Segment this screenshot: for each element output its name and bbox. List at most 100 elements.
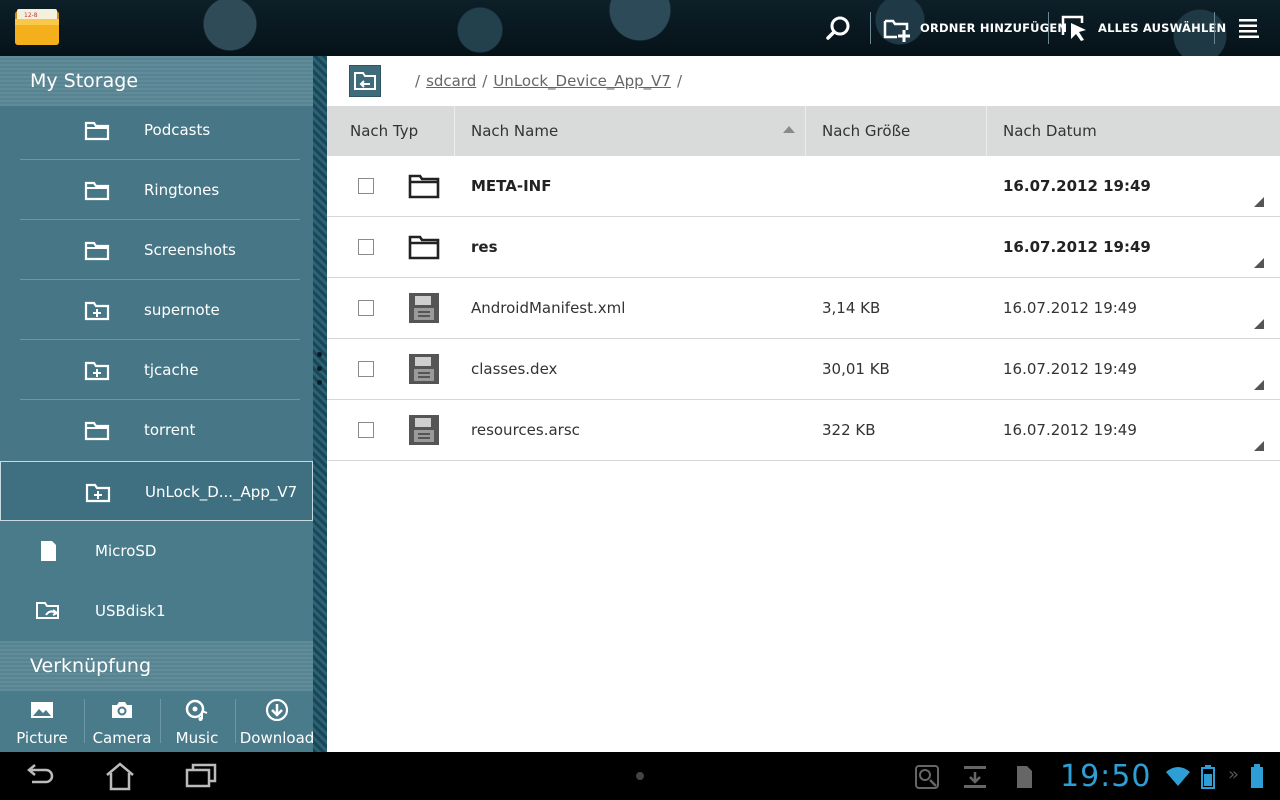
sidebar-item-podcasts[interactable]: Podcasts bbox=[0, 100, 313, 160]
sidebar-item-label: UnLock_D..._App_V7 bbox=[145, 483, 298, 501]
file-name: classes.dex bbox=[471, 360, 558, 378]
row-checkbox[interactable] bbox=[358, 178, 374, 194]
sidebar-item-torrent[interactable]: torrent bbox=[0, 400, 313, 460]
path-bar: / sdcard / UnLock_Device_App_V7 / bbox=[327, 56, 1280, 106]
back-icon[interactable] bbox=[22, 760, 56, 792]
resize-grip-dot bbox=[317, 352, 322, 357]
row-checkbox[interactable] bbox=[358, 361, 374, 377]
file-date: 16.07.2012 19:49 bbox=[1003, 299, 1137, 317]
breadcrumb-separator: / bbox=[482, 72, 488, 90]
folder-icon bbox=[84, 421, 110, 441]
search-icon bbox=[826, 16, 850, 40]
generic-file-icon bbox=[409, 415, 439, 445]
shortcut-camera[interactable]: Camera bbox=[82, 691, 162, 752]
search-button[interactable] bbox=[824, 0, 856, 56]
sd-card-notification-icon[interactable] bbox=[1012, 764, 1036, 790]
sidebar-item-screenshots[interactable]: Screenshots bbox=[0, 220, 313, 280]
home-icon[interactable] bbox=[103, 760, 137, 792]
sidebar-item-tjcache[interactable]: tjcache bbox=[0, 340, 313, 400]
breadcrumb-current-folder[interactable]: UnLock_Device_App_V7 bbox=[493, 72, 671, 90]
actionbar-divider bbox=[1214, 12, 1215, 44]
menu-dot-icon[interactable] bbox=[636, 772, 644, 780]
sort-by-date-header[interactable]: Nach Datum bbox=[1003, 106, 1203, 156]
folder-icon bbox=[84, 241, 110, 261]
sort-ascending-icon bbox=[783, 126, 795, 133]
sidebar-item-label: Ringtones bbox=[144, 181, 220, 199]
resize-grip-dot bbox=[317, 380, 322, 385]
folder-plus-icon bbox=[85, 483, 111, 503]
resize-grip-dot bbox=[317, 366, 322, 371]
sort-by-type-header[interactable]: Nach Typ bbox=[350, 106, 450, 156]
file-row-meta-inf[interactable]: META-INF 16.07.2012 19:49 bbox=[327, 156, 1280, 217]
file-row-classes-dex[interactable]: classes.dex 30,01 KB 16.07.2012 19:49 bbox=[327, 339, 1280, 400]
file-row-androidmanifest[interactable]: AndroidManifest.xml 3,14 KB 16.07.2012 1… bbox=[327, 278, 1280, 339]
row-checkbox[interactable] bbox=[358, 422, 374, 438]
shortcut-picture[interactable]: Picture bbox=[2, 691, 82, 752]
parent-folder-back-icon bbox=[354, 72, 376, 90]
file-name: AndroidManifest.xml bbox=[471, 299, 626, 317]
add-folder-button[interactable]: ORDNER HINZUFÜGEN bbox=[882, 0, 1067, 56]
row-checkbox[interactable] bbox=[358, 300, 374, 316]
add-folder-label: ORDNER HINZUFÜGEN bbox=[920, 21, 1068, 35]
row-menu-indicator[interactable] bbox=[1254, 319, 1264, 329]
recent-apps-icon[interactable] bbox=[184, 760, 218, 792]
battery-icon[interactable] bbox=[1248, 762, 1266, 790]
overflow-menu-button[interactable] bbox=[1236, 0, 1266, 56]
sidebar-item-label: Podcasts bbox=[144, 121, 211, 139]
sort-by-size-header[interactable]: Nach Größe bbox=[822, 106, 982, 156]
breadcrumb: / sdcard / UnLock_Device_App_V7 / bbox=[415, 56, 682, 106]
camera-icon bbox=[112, 702, 132, 718]
sidebar-item-ringtones[interactable]: Ringtones bbox=[0, 160, 313, 220]
sort-by-name-header[interactable]: Nach Name bbox=[471, 106, 791, 156]
row-menu-indicator[interactable] bbox=[1254, 258, 1264, 268]
status-clock[interactable]: 19:50 bbox=[1060, 752, 1151, 800]
file-row-res[interactable]: res 16.07.2012 19:49 bbox=[327, 217, 1280, 278]
file-manager-folder-icon[interactable]: 12-8 bbox=[14, 8, 60, 46]
picture-icon bbox=[31, 702, 53, 718]
usb-debug-icon[interactable] bbox=[914, 764, 940, 790]
file-list-panel: / sdcard / UnLock_Device_App_V7 / Nach T… bbox=[327, 56, 1280, 752]
folder-icon bbox=[408, 174, 440, 199]
row-menu-indicator[interactable] bbox=[1254, 197, 1264, 207]
overflow-menu-icon bbox=[1239, 19, 1259, 38]
select-all-button[interactable]: ALLES AUSWÄHLEN bbox=[1060, 0, 1226, 56]
file-size: 322 KB bbox=[822, 421, 876, 439]
sidebar-item-label: Screenshots bbox=[144, 241, 236, 259]
sidebar-item-unlock-device-app[interactable]: UnLock_D..._App_V7 bbox=[0, 461, 313, 521]
parent-folder-button[interactable] bbox=[349, 65, 381, 97]
file-date: 16.07.2012 19:49 bbox=[1003, 177, 1151, 195]
sidebar-item-microsd[interactable]: MicroSD bbox=[0, 521, 313, 581]
battery-notification-icon[interactable] bbox=[1198, 762, 1222, 790]
shortcut-music[interactable]: Music bbox=[157, 691, 237, 752]
sidebar-item-usbdisk1[interactable]: USBdisk1 bbox=[0, 581, 313, 641]
row-menu-indicator[interactable] bbox=[1254, 441, 1264, 451]
sidebar-item-label: tjcache bbox=[144, 361, 199, 379]
file-row-resources-arsc[interactable]: resources.arsc 322 KB 16.07.2012 19:49 bbox=[327, 400, 1280, 461]
actionbar-divider bbox=[870, 12, 871, 44]
breadcrumb-separator: / bbox=[415, 72, 421, 90]
sidebar-item-label: MicroSD bbox=[95, 542, 157, 560]
file-manager-app: 12-8 ORDNER HINZUFÜGEN ALLES AUSWÄHLEN M… bbox=[0, 0, 1280, 800]
select-all-label: ALLES AUSWÄHLEN bbox=[1098, 21, 1227, 35]
shortcuts-header: Verknüpfung bbox=[0, 641, 313, 691]
select-all-icon bbox=[1061, 15, 1086, 41]
file-date: 16.07.2012 19:49 bbox=[1003, 238, 1151, 256]
generic-file-icon bbox=[409, 354, 439, 384]
row-checkbox[interactable] bbox=[358, 239, 374, 255]
shortcut-label: Picture bbox=[16, 729, 68, 747]
divider bbox=[235, 699, 236, 743]
sidebar-item-supernote[interactable]: supernote bbox=[0, 280, 313, 340]
row-menu-indicator[interactable] bbox=[1254, 380, 1264, 390]
shortcut-download[interactable]: Download bbox=[237, 691, 317, 752]
usb-disk-icon bbox=[36, 602, 59, 619]
folder-icon bbox=[408, 235, 440, 260]
wifi-icon[interactable] bbox=[1164, 764, 1192, 788]
panel-resize-handle[interactable] bbox=[313, 56, 327, 752]
svg-text:12-8: 12-8 bbox=[24, 12, 38, 19]
file-date: 16.07.2012 19:49 bbox=[1003, 421, 1137, 439]
generic-file-icon bbox=[409, 293, 439, 323]
download-icon bbox=[265, 699, 289, 721]
breadcrumb-sdcard[interactable]: sdcard bbox=[426, 72, 476, 90]
folder-plus-icon bbox=[84, 361, 110, 381]
download-notification-icon[interactable] bbox=[962, 764, 988, 790]
